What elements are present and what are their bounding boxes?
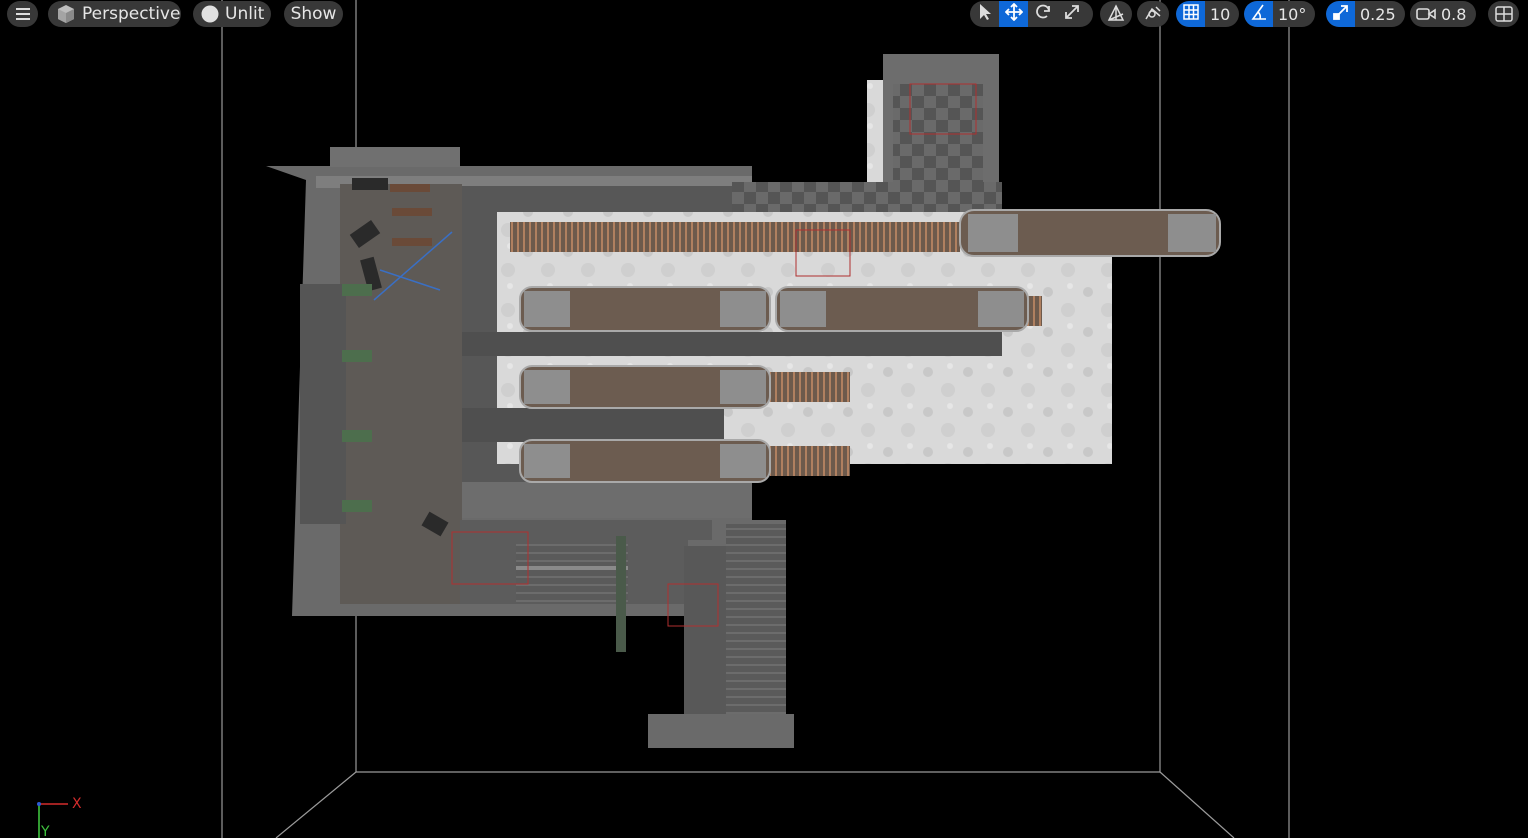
surface-snapping-icon <box>1143 4 1163 24</box>
camera-speed-value: 0.8 <box>1441 4 1467 24</box>
grid-snap-icon <box>1182 4 1199 24</box>
camera-speed-control[interactable]: 0.8 <box>1410 1 1476 27</box>
camera-icon <box>1416 7 1436 21</box>
grid-snap-control: 10 <box>1176 1 1240 27</box>
scale-tool-button[interactable] <box>1057 1 1086 27</box>
lighting-mode-label: Unlit <box>225 4 265 24</box>
scale-snap-value[interactable]: 0.25 <box>1355 1 1405 27</box>
show-label: Show <box>290 4 337 24</box>
rotate-tool-button[interactable] <box>1028 1 1057 27</box>
transform-tools-group <box>970 1 1093 27</box>
station-model[interactable] <box>266 54 1221 748</box>
grid-snap-toggle[interactable] <box>1176 1 1205 27</box>
select-tool-button[interactable] <box>970 1 999 27</box>
surface-snapping-button[interactable] <box>1137 1 1169 27</box>
translate-tool-button[interactable] <box>999 1 1028 27</box>
scale-snap-control: 0.25 <box>1326 1 1405 27</box>
view-mode-dropdown[interactable]: Perspective <box>48 1 181 27</box>
scale-snap-toggle[interactable] <box>1326 1 1355 27</box>
axis-gizmo: X Y <box>34 796 94 838</box>
angle-snap-icon <box>1250 4 1267 24</box>
viewport-options-button[interactable] <box>7 1 38 27</box>
rotation-snap-value[interactable]: 10° <box>1273 1 1315 27</box>
viewport-layout-button[interactable] <box>1488 1 1519 27</box>
rotate-icon <box>1034 3 1052 25</box>
scale-icon <box>1063 3 1081 25</box>
hamburger-menu-icon <box>15 8 30 20</box>
viewport-scene[interactable] <box>0 0 1528 838</box>
world-space-icon <box>1106 4 1126 24</box>
viewport-layout-icon <box>1494 6 1513 22</box>
grid-snap-value[interactable]: 10 <box>1205 1 1239 27</box>
lighting-mode-dropdown[interactable]: Unlit <box>193 1 271 27</box>
perspective-cube-icon <box>56 4 76 24</box>
level-viewport[interactable]: Perspective Unlit Show 10 10° 0.25 0.8 X… <box>0 0 1528 838</box>
x-axis-label: X <box>72 796 82 812</box>
scale-snap-icon <box>1332 4 1349 24</box>
translate-move-icon <box>1004 2 1023 25</box>
view-mode-label: Perspective <box>82 4 181 24</box>
unlit-sphere-icon <box>201 5 219 23</box>
show-flags-dropdown[interactable]: Show <box>284 1 343 27</box>
select-arrow-icon <box>978 3 992 25</box>
y-axis-label: Y <box>41 824 50 838</box>
rotation-snap-control: 10° <box>1244 1 1316 27</box>
rotation-snap-toggle[interactable] <box>1244 1 1273 27</box>
coordinate-system-button[interactable] <box>1100 1 1132 27</box>
